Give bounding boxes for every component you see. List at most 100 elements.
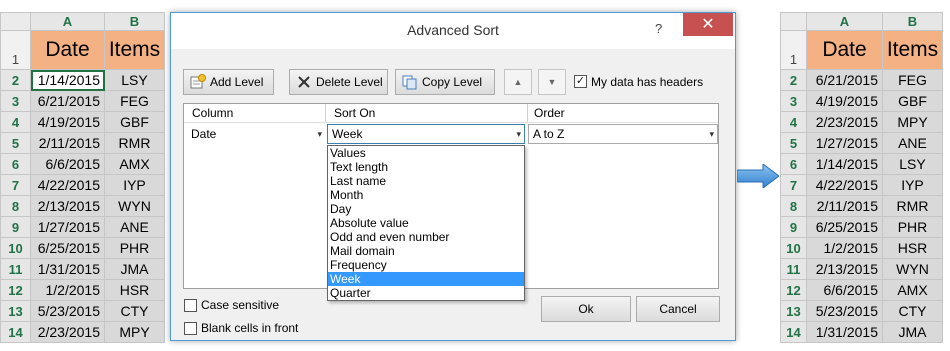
header-cell-items[interactable]: Items (104, 30, 165, 70)
column-header-a[interactable]: A (30, 12, 105, 31)
date-cell[interactable]: 4/19/2015 (806, 90, 883, 112)
row-number[interactable]: 1 (780, 30, 807, 70)
item-cell[interactable]: JMA (104, 258, 165, 280)
header-cell-items[interactable]: Items (882, 30, 943, 70)
row-number[interactable]: 3 (780, 90, 807, 112)
row-number[interactable]: 9 (0, 216, 31, 238)
sort-on-option[interactable]: Month (328, 188, 524, 202)
cancel-button[interactable]: Cancel (636, 296, 720, 322)
date-cell[interactable]: 4/22/2015 (806, 174, 883, 196)
item-cell[interactable]: HSR (882, 237, 943, 259)
row-number[interactable]: 8 (0, 195, 31, 217)
date-cell[interactable]: 2/23/2015 (30, 321, 105, 343)
sort-on-option[interactable]: Last name (328, 174, 524, 188)
row-number[interactable]: 11 (0, 258, 31, 280)
header-cell-date[interactable]: Date (806, 30, 883, 70)
item-cell[interactable]: WYN (882, 258, 943, 280)
date-cell[interactable]: 6/21/2015 (30, 90, 105, 112)
case-sensitive-checkbox[interactable] (184, 299, 197, 312)
item-cell[interactable]: ANE (882, 132, 943, 154)
date-cell[interactable]: 6/6/2015 (30, 153, 105, 175)
date-cell[interactable]: 6/25/2015 (806, 216, 883, 238)
item-cell[interactable]: RMR (882, 195, 943, 217)
row-number[interactable]: 6 (0, 153, 31, 175)
item-cell[interactable]: GBF (882, 90, 943, 112)
add-level-button[interactable]: Add Level (183, 69, 274, 95)
sort-on-option[interactable]: Day (328, 202, 524, 216)
item-cell[interactable]: HSR (104, 279, 165, 301)
row-number[interactable]: 4 (0, 111, 31, 133)
date-cell[interactable]: 2/11/2015 (806, 195, 883, 217)
item-cell[interactable]: RMR (104, 132, 165, 154)
blank-cells-checkbox[interactable] (184, 322, 197, 335)
column-header-a[interactable]: A (806, 12, 883, 31)
row-number[interactable]: 9 (780, 216, 807, 238)
item-cell[interactable]: MPY (882, 111, 943, 133)
sort-on-option[interactable]: Values (328, 146, 524, 160)
date-cell[interactable]: 6/6/2015 (806, 279, 883, 301)
row-number[interactable]: 12 (780, 279, 807, 301)
item-cell[interactable]: FEG (882, 69, 943, 91)
row-number[interactable]: 13 (780, 300, 807, 322)
sort-on-option[interactable]: Odd and even number (328, 230, 524, 244)
date-cell[interactable]: 2/13/2015 (806, 258, 883, 280)
row-number[interactable]: 7 (780, 174, 807, 196)
date-cell[interactable]: 6/21/2015 (806, 69, 883, 91)
dialog-titlebar[interactable]: Advanced Sort ? ✕ (171, 13, 735, 49)
date-cell[interactable]: 5/23/2015 (806, 300, 883, 322)
item-cell[interactable]: ANE (104, 216, 165, 238)
row-number[interactable]: 13 (0, 300, 31, 322)
date-cell[interactable]: 1/14/2015 (30, 69, 105, 91)
close-button[interactable]: ✕ (683, 13, 733, 36)
ok-button[interactable]: Ok (541, 296, 631, 322)
item-cell[interactable]: FEG (104, 90, 165, 112)
delete-level-button[interactable]: Delete Level (289, 69, 388, 95)
headers-checkbox[interactable]: ✓ (574, 75, 587, 88)
select-all-corner[interactable] (0, 12, 31, 31)
sort-on-option[interactable]: Absolute value (328, 216, 524, 230)
item-cell[interactable]: JMA (882, 321, 943, 343)
date-cell[interactable]: 4/22/2015 (30, 174, 105, 196)
row-number[interactable]: 6 (780, 153, 807, 175)
row-number[interactable]: 7 (0, 174, 31, 196)
date-cell[interactable]: 1/2/2015 (806, 237, 883, 259)
row-number[interactable]: 11 (780, 258, 807, 280)
date-cell[interactable]: 2/13/2015 (30, 195, 105, 217)
item-cell[interactable]: MPY (104, 321, 165, 343)
row-number[interactable]: 1 (0, 30, 31, 70)
move-up-button[interactable]: ▲ (504, 69, 532, 95)
date-cell[interactable]: 1/14/2015 (806, 153, 883, 175)
move-down-button[interactable]: ▼ (538, 69, 566, 95)
date-cell[interactable]: 1/27/2015 (806, 132, 883, 154)
row-number[interactable]: 10 (0, 237, 31, 259)
item-cell[interactable]: AMX (104, 153, 165, 175)
date-cell[interactable]: 2/11/2015 (30, 132, 105, 154)
date-cell[interactable]: 6/25/2015 (30, 237, 105, 259)
sort-on-option[interactable]: Mail domain (328, 244, 524, 258)
order-select[interactable]: A to Z ▾ (528, 124, 718, 144)
sort-on-select[interactable]: Week ▾ (327, 124, 525, 144)
date-cell[interactable]: 1/31/2015 (806, 321, 883, 343)
sort-on-option[interactable]: Quarter (328, 286, 524, 300)
item-cell[interactable]: WYN (104, 195, 165, 217)
help-button[interactable]: ? (655, 21, 662, 36)
row-number[interactable]: 12 (0, 279, 31, 301)
sort-on-option[interactable]: Week (328, 272, 524, 286)
row-number[interactable]: 10 (780, 237, 807, 259)
column-select[interactable]: Date ▾ (186, 124, 326, 144)
item-cell[interactable]: IYP (104, 174, 165, 196)
copy-level-button[interactable]: Copy Level (395, 69, 495, 95)
row-number[interactable]: 4 (780, 111, 807, 133)
header-cell-date[interactable]: Date (30, 30, 105, 70)
item-cell[interactable]: IYP (882, 174, 943, 196)
row-number[interactable]: 2 (780, 69, 807, 91)
row-number[interactable]: 2 (0, 69, 31, 91)
select-all-corner[interactable] (780, 12, 807, 31)
column-header-b[interactable]: B (104, 12, 165, 31)
column-header-b[interactable]: B (882, 12, 943, 31)
item-cell[interactable]: CTY (882, 300, 943, 322)
row-number[interactable]: 5 (780, 132, 807, 154)
item-cell[interactable]: LSY (104, 69, 165, 91)
item-cell[interactable]: GBF (104, 111, 165, 133)
date-cell[interactable]: 1/31/2015 (30, 258, 105, 280)
